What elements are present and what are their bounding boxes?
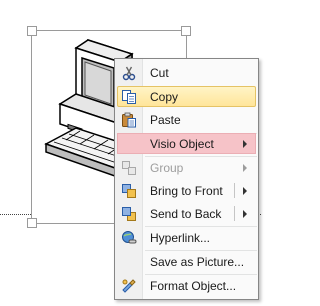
context-menu: Cut Copy Paste Visio Object Group Bring … [114,58,259,300]
menu-item-label: Send to Back [150,207,222,221]
paste-icon [122,112,136,128]
scissors-icon [122,66,136,81]
submenu-arrow-icon [243,140,247,148]
menu-item-label: Group [150,161,184,175]
menu-item-label: Save as Picture... [150,255,245,269]
menu-item-bring-to-front[interactable]: Bring to Front [117,180,256,201]
menu-item-group[interactable]: Group [117,157,256,178]
menu-item-label: Copy [150,90,179,104]
menu-item-label: Format Object... [150,279,237,293]
menu-item-label: Cut [150,66,169,80]
split-divider [234,183,235,198]
document-canvas: Cut Copy Paste Visio Object Group Bring … [0,0,261,306]
bring-to-front-icon [122,184,136,198]
submenu-arrow-icon [243,164,247,172]
menu-item-format-object[interactable]: Format Object... [117,275,256,296]
format-object-icon [122,279,136,293]
menu-item-hyperlink[interactable]: Hyperlink... [117,227,256,248]
resize-handle-top-left[interactable] [27,26,37,36]
hyperlink-icon [122,231,137,244]
menu-item-label: Bring to Front [150,184,223,198]
menu-item-visio-object[interactable]: Visio Object [117,133,256,154]
menu-item-save-as-picture[interactable]: Save as Picture... [117,251,256,272]
menu-item-label: Hyperlink... [150,231,211,245]
submenu-arrow-icon[interactable] [243,187,247,195]
menu-item-copy[interactable]: Copy [117,86,256,107]
resize-handle-top-right[interactable] [181,26,191,36]
menu-item-paste[interactable]: Paste [117,109,256,130]
menu-item-label: Paste [150,113,181,127]
split-divider [234,206,235,221]
menu-item-send-to-back[interactable]: Send to Back [117,203,256,224]
copy-icon [122,90,136,104]
group-icon [122,161,136,175]
menu-item-cut[interactable]: Cut [117,62,256,83]
send-to-back-icon [122,207,136,221]
submenu-arrow-icon[interactable] [243,210,247,218]
menu-item-label: Visio Object [150,137,214,151]
